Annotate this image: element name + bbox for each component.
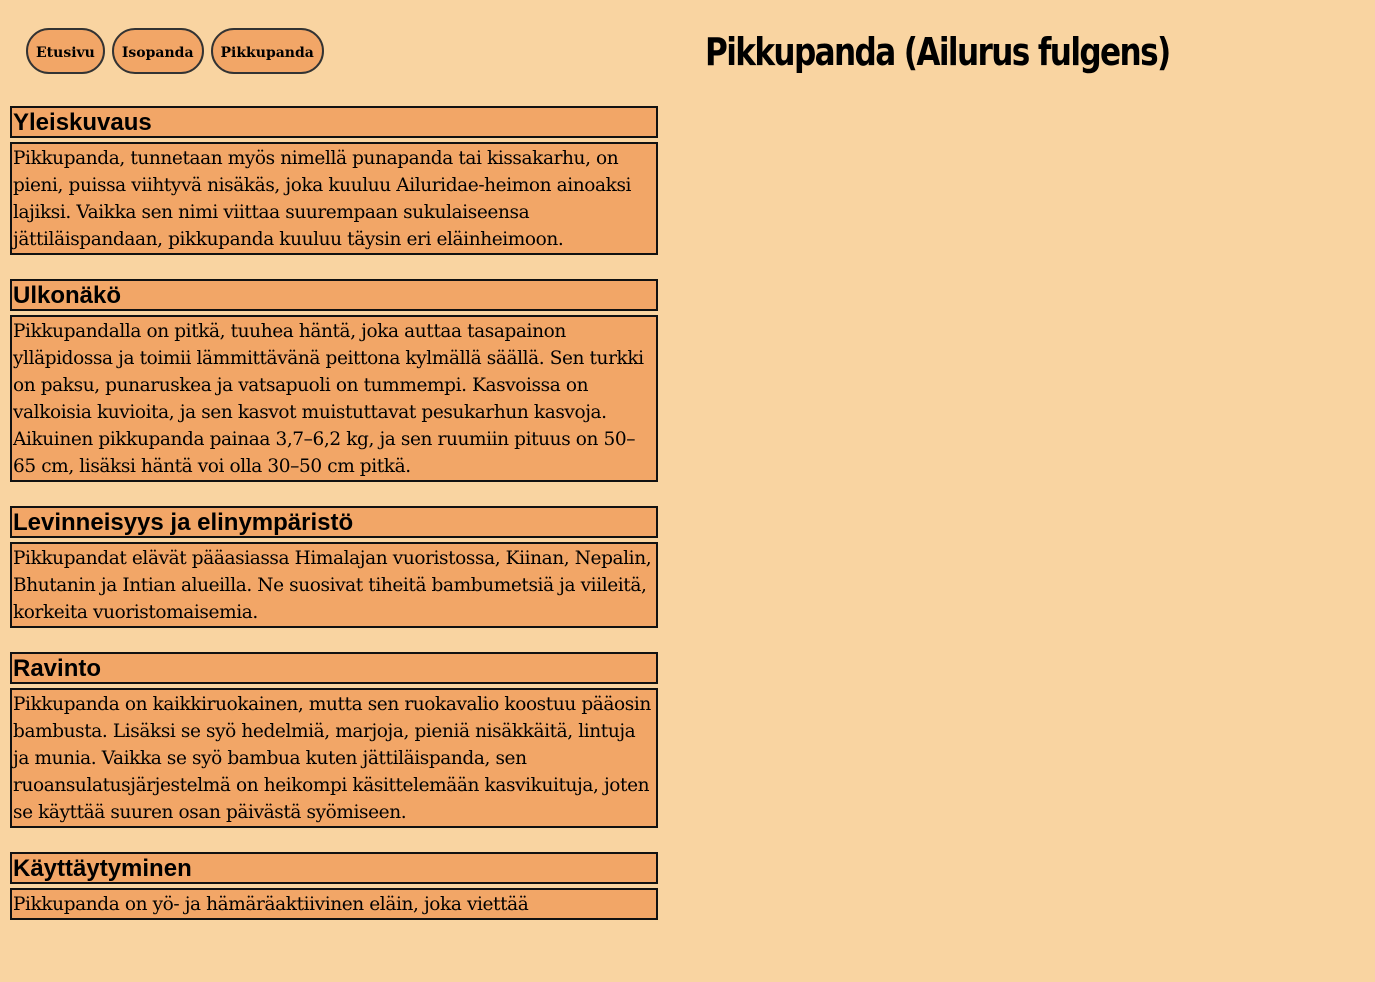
section-text: Pikkupanda on kaikkiruokainen, mutta sen…: [10, 688, 658, 828]
section-kayttaytyminen: Käyttäytyminen Pikkupanda on yö- ja hämä…: [10, 852, 658, 920]
section-ulkonako: Ulkonäkö Pikkupandalla on pitkä, tuuhea …: [10, 279, 658, 482]
section-heading: Ravinto: [10, 652, 658, 684]
section-text: Pikkupanda, tunnetaan myös nimellä punap…: [10, 142, 658, 255]
main-nav: Etusivu Isopanda Pikkupanda: [26, 28, 324, 74]
section-ravinto: Ravinto Pikkupanda on kaikkiruokainen, m…: [10, 652, 658, 828]
section-heading: Ulkonäkö: [10, 279, 658, 311]
page-title: Pikkupanda (Ailurus fulgens): [705, 30, 1171, 74]
nav-button-etusivu[interactable]: Etusivu: [26, 28, 105, 74]
section-text: Pikkupandalla on pitkä, tuuhea häntä, jo…: [10, 315, 658, 482]
nav-button-pikkupanda[interactable]: Pikkupanda: [210, 28, 324, 74]
section-heading: Käyttäytyminen: [10, 852, 658, 884]
nav-button-isopanda[interactable]: Isopanda: [111, 28, 204, 74]
section-text: Pikkupandat elävät pääasiassa Himalajan …: [10, 542, 658, 628]
article-content: Yleiskuvaus Pikkupanda, tunnetaan myös n…: [10, 106, 658, 944]
section-heading: Yleiskuvaus: [10, 106, 658, 138]
section-levinneisyys: Levinneisyys ja elinympäristö Pikkupanda…: [10, 506, 658, 628]
section-text: Pikkupanda on yö- ja hämäräaktiivinen el…: [10, 888, 658, 920]
section-heading: Levinneisyys ja elinympäristö: [10, 506, 658, 538]
section-yleiskuvaus: Yleiskuvaus Pikkupanda, tunnetaan myös n…: [10, 106, 658, 255]
